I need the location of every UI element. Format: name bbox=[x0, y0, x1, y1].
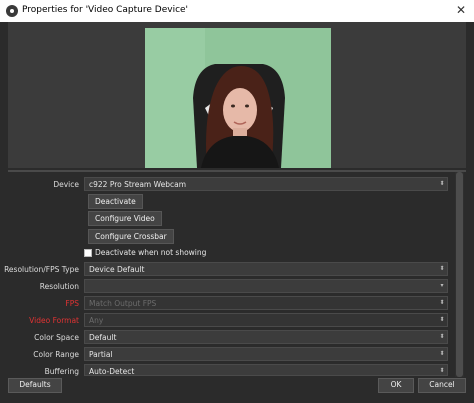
window-title: Properties for 'Video Capture Device' bbox=[22, 5, 189, 15]
buffering-value: Auto-Detect bbox=[89, 367, 135, 376]
defaults-button[interactable]: Defaults bbox=[8, 378, 62, 393]
resolution-label: Resolution bbox=[39, 282, 79, 291]
close-icon[interactable]: ✕ bbox=[456, 3, 466, 17]
dropdown-arrow-icon: ⬍ bbox=[439, 180, 445, 187]
dropdown-arrow-icon: ⬍ bbox=[439, 265, 445, 272]
fps-label: FPS bbox=[65, 299, 79, 308]
scrollbar-thumb[interactable] bbox=[456, 172, 463, 377]
video-format-label: Video Format bbox=[29, 316, 79, 325]
cancel-button[interactable]: Cancel bbox=[418, 378, 466, 393]
ok-button[interactable]: OK bbox=[378, 378, 414, 393]
device-label: Device bbox=[53, 180, 79, 189]
dropdown-arrow-icon: ⬍ bbox=[439, 350, 445, 357]
dropdown-arrow-icon: ⬍ bbox=[439, 316, 445, 323]
dropdown-arrow-icon: ⬍ bbox=[439, 367, 445, 374]
color-range-value: Partial bbox=[89, 350, 113, 359]
color-space-label: Color Space bbox=[34, 333, 79, 342]
chevron-down-icon: ▾ bbox=[440, 282, 444, 289]
fps-value: Match Output FPS bbox=[89, 299, 157, 308]
title-bar: Properties for 'Video Capture Device' ✕ bbox=[0, 0, 474, 22]
resolution-fps-type-select[interactable]: Device Default ⬍ bbox=[84, 262, 448, 276]
video-format-select[interactable]: Any ⬍ bbox=[84, 313, 448, 327]
color-range-label: Color Range bbox=[33, 350, 79, 359]
dropdown-arrow-icon: ⬍ bbox=[439, 299, 445, 306]
splitter[interactable] bbox=[8, 170, 466, 172]
device-select[interactable]: c922 Pro Stream Webcam ⬍ bbox=[84, 177, 448, 191]
resolution-select[interactable]: ▾ bbox=[84, 279, 448, 293]
color-range-select[interactable]: Partial ⬍ bbox=[84, 347, 448, 361]
vertical-scrollbar[interactable] bbox=[455, 172, 464, 377]
configure-video-button[interactable]: Configure Video bbox=[88, 211, 162, 226]
buffering-label: Buffering bbox=[44, 367, 79, 376]
resolution-fps-type-value: Device Default bbox=[89, 265, 145, 274]
buffering-select[interactable]: Auto-Detect ⬍ bbox=[84, 364, 448, 376]
configure-crossbar-button[interactable]: Configure Crossbar bbox=[88, 229, 174, 244]
video-format-value: Any bbox=[89, 316, 104, 325]
color-space-select[interactable]: Default ⬍ bbox=[84, 330, 448, 344]
webcam-preview bbox=[145, 28, 331, 168]
obs-app-icon bbox=[6, 5, 18, 17]
deactivate-when-not-showing-label: Deactivate when not showing bbox=[95, 248, 207, 257]
deactivate-when-not-showing-checkbox[interactable] bbox=[84, 249, 92, 257]
fps-select[interactable]: Match Output FPS ⬍ bbox=[84, 296, 448, 310]
resolution-fps-type-label: Resolution/FPS Type bbox=[4, 265, 79, 274]
dropdown-arrow-icon: ⬍ bbox=[439, 333, 445, 340]
color-space-value: Default bbox=[89, 333, 117, 342]
webcam-preview-image bbox=[145, 28, 331, 168]
device-value: c922 Pro Stream Webcam bbox=[89, 180, 187, 189]
deactivate-button[interactable]: Deactivate bbox=[88, 194, 143, 209]
